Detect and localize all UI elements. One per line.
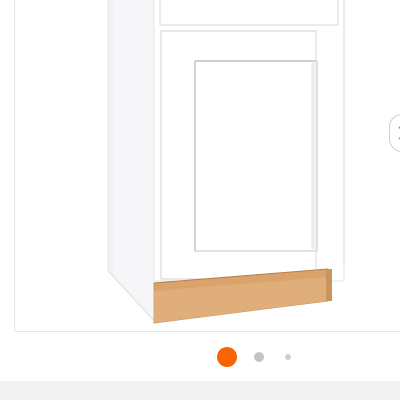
carousel-dot-3[interactable] xyxy=(285,354,291,360)
cabinet-drawer xyxy=(159,0,339,26)
product-gallery-page xyxy=(0,0,400,400)
bottom-section-bar xyxy=(0,381,400,400)
next-image-button[interactable] xyxy=(389,114,400,152)
carousel-dot-2[interactable] xyxy=(254,352,264,362)
carousel-dots xyxy=(0,343,400,371)
chevron-right-icon xyxy=(398,126,400,140)
product-image xyxy=(107,0,345,324)
product-image-frame xyxy=(14,0,400,332)
carousel-dot-1[interactable] xyxy=(217,347,237,367)
